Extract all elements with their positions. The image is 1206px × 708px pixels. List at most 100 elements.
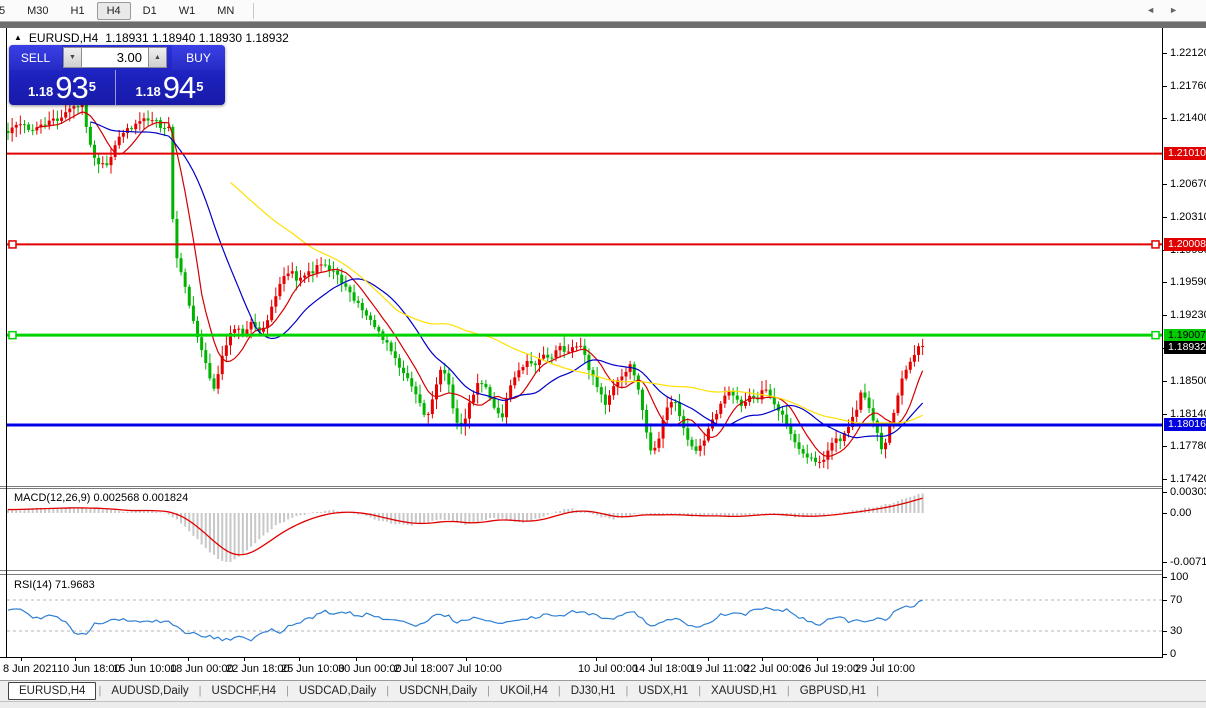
time-axis-label: 19 Jul 11:00 [690,663,749,675]
rsi-tick-mark [1163,654,1167,655]
price-tick-mark [1163,315,1167,316]
rsi-line [8,600,923,641]
chart-ohlc-values: 1.18931 1.18940 1.18930 1.18932 [105,31,289,45]
time-tick-mark [299,658,300,661]
tab-gbpusd-h1[interactable]: GBPUSD,H1 [790,683,876,699]
price-tick-mark [1163,381,1167,382]
macd-indicator-label: MACD(12,26,9) 0.002568 0.001824 [14,492,188,504]
timeframe-button-d1[interactable]: D1 [133,2,167,20]
price-tick-label: 1.21760 [1170,80,1206,92]
price-tick-label: 1.21400 [1170,112,1206,124]
timeframe-button-mn[interactable]: MN [207,2,244,20]
tab-usdcad-daily[interactable]: USDCAD,Daily [289,683,386,699]
macd-tick-label: 0.00 [1170,507,1191,519]
buy-price-display[interactable]: 1.18 94 5 [116,70,223,105]
tab-scroll-left-icon[interactable]: ◄ [1146,5,1169,15]
macd-tick-mark [1163,492,1167,493]
timeframe-toolbar: 5M30H1H4D1W1MN [0,0,1206,22]
collapse-icon[interactable]: ▲ [14,33,22,42]
buy-price-pip: 5 [196,70,203,104]
sell-price-big: 93 [55,74,87,102]
price-tag-1-18932: 1.18932 [1164,341,1206,354]
price-tick-mark [1163,184,1167,185]
price-tick-mark [1163,446,1167,447]
price-axis: 1.221201.217601.214001.206701.203101.199… [1162,28,1206,658]
time-axis-label: 2 Jul 18:00 [394,663,448,675]
time-axis-label: 8 Jun 2021 [3,663,57,675]
time-axis-label: 7 Jul 10:00 [448,663,502,675]
rsi-tick-label: 100 [1170,571,1188,583]
timeframe-button-w1[interactable]: W1 [169,2,206,20]
price-tick-mark [1163,217,1167,218]
price-tick-label: 1.17780 [1170,440,1206,452]
price-tick-mark [1163,479,1167,480]
rsi-indicator-label: RSI(14) 71.9683 [14,579,95,591]
tab-usdchf-h4[interactable]: USDCHF,H4 [202,683,287,699]
chart-title: ▲ EURUSD,H4 1.18931 1.18940 1.18930 1.18… [14,31,289,45]
tab-eurusd-h4[interactable]: EURUSD,H4 [8,682,96,700]
time-tick-mark [817,658,818,661]
time-axis: 8 Jun 202110 Jun 18:0015 Jun 10:0018 Jun… [0,658,1162,680]
time-axis-label: 14 Jul 18:00 [633,663,693,675]
toolbar-separator [253,3,254,19]
timeframe-button-h4[interactable]: H4 [97,2,131,20]
time-tick-mark [75,658,76,661]
time-tick-mark [244,658,245,661]
price-tick-mark [1163,282,1167,283]
macd-tick-label: -0.00715 [1170,556,1206,568]
time-tick-mark [762,658,763,661]
price-tick-label: 1.20670 [1170,178,1206,190]
ma-55-line [230,182,922,423]
price-tick-label: 1.22120 [1170,47,1206,59]
chart-region: ▲ EURUSD,H4 1.18931 1.18940 1.18930 1.18… [0,28,1162,658]
sell-price-display[interactable]: 1.18 93 5 [9,70,116,105]
volume-input[interactable] [82,47,148,68]
price-tick-mark [1163,414,1167,415]
price-tick-label: 1.19230 [1170,309,1206,321]
one-click-trade-panel: SELL ▼ ▲ BUY 1.18 93 5 1.18 94 5 [9,45,225,105]
time-axis-label: 30 Jun 00:00 [338,663,402,675]
macd-tick-mark [1163,562,1167,563]
tab-scroll-right-icon[interactable]: ► [1169,5,1192,15]
time-tick-mark [356,658,357,661]
timeframe-button-m30[interactable]: M30 [17,2,58,20]
tab-scroll-arrows: ◄► [1146,5,1192,15]
buy-button[interactable]: BUY [172,45,225,70]
time-axis-label: 29 Jul 10:00 [855,663,915,675]
tab-ukoil-h4[interactable]: UKOil,H4 [490,683,558,699]
time-axis-label: 26 Jul 19:00 [799,663,859,675]
sell-button[interactable]: SELL [9,45,62,70]
price-tick-mark [1163,86,1167,87]
time-tick-mark [873,658,874,661]
volume-decrease-button[interactable]: ▼ [63,47,82,68]
rsi-tick-mark [1163,577,1167,578]
time-tick-mark [466,658,467,661]
price-tag-1-21010: 1.21010 [1164,147,1206,160]
tab-usdx-h1[interactable]: USDX,H1 [628,683,698,699]
time-tick-mark [131,658,132,661]
time-tick-mark [188,658,189,661]
candles-layer [7,95,925,469]
tab-usdcnh-daily[interactable]: USDCNH,Daily [389,683,487,699]
tab-xauusd-h1[interactable]: XAUUSD,H1 [701,683,787,699]
price-tick-label: 1.17420 [1170,473,1206,485]
timeframe-button-5[interactable]: 5 [0,2,15,20]
price-tick-label: 1.19590 [1170,276,1206,288]
rsi-tick-label: 0 [1170,648,1176,660]
time-axis-label: 10 Jul 00:00 [578,663,638,675]
rsi-layer [7,600,1162,641]
volume-increase-button[interactable]: ▲ [148,47,167,68]
timeframe-button-h1[interactable]: H1 [61,2,95,20]
rsi-tick-label: 30 [1170,625,1182,637]
time-axis-label: 25 Jun 10:00 [281,663,345,675]
ma-8-line [37,112,923,457]
price-tick-mark [1163,118,1167,119]
buy-price-big: 94 [163,74,195,102]
tab-dj30-h1[interactable]: DJ30,H1 [561,683,626,699]
tab-audusd-daily[interactable]: AUDUSD,Daily [101,683,198,699]
time-tick-mark [596,658,597,661]
chart-symbol-label: EURUSD,H4 [29,31,98,45]
volume-stepper: ▼ ▲ [62,45,172,70]
price-tag-1-18016: 1.18016 [1164,418,1206,431]
time-axis-label: 15 Jun 10:00 [113,663,177,675]
